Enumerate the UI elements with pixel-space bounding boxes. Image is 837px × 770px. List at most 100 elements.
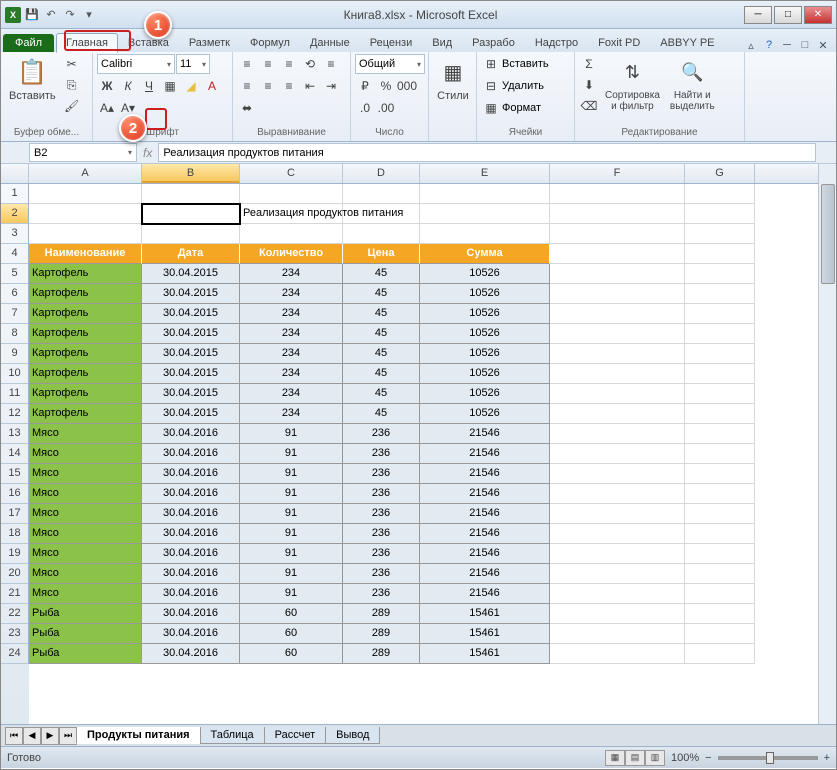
cell[interactable]: 30.04.2016 [142,624,240,644]
cell[interactable]: 30.04.2016 [142,504,240,524]
cell[interactable]: 10526 [420,364,550,384]
cell[interactable] [685,524,755,544]
cell[interactable]: 10526 [420,384,550,404]
cell[interactable]: 236 [343,444,420,464]
zoom-handle[interactable] [766,752,774,764]
cell[interactable] [550,364,685,384]
paste-button[interactable]: 📋 Вставить [5,54,60,104]
help-icon[interactable]: ? [762,38,776,52]
cell[interactable] [550,244,685,264]
cell[interactable]: Картофель [29,404,142,424]
row-header-22[interactable]: 22 [1,604,29,624]
tab-addins[interactable]: Надстро [525,33,588,52]
cell[interactable] [550,204,685,224]
autosum-icon[interactable]: Σ [579,54,599,74]
cell[interactable]: 30.04.2016 [142,644,240,664]
row-header-21[interactable]: 21 [1,584,29,604]
cell[interactable] [343,224,420,244]
row-header-7[interactable]: 7 [1,304,29,324]
cell[interactable]: Цена [343,244,420,264]
cell[interactable] [550,404,685,424]
cell[interactable] [685,264,755,284]
tab-view[interactable]: Вид [422,33,462,52]
cell[interactable] [550,504,685,524]
row-header-18[interactable]: 18 [1,524,29,544]
cell[interactable]: 91 [240,584,343,604]
row-header-16[interactable]: 16 [1,484,29,504]
cell[interactable]: 236 [343,504,420,524]
cell[interactable] [420,224,550,244]
cell[interactable]: 10526 [420,284,550,304]
name-box[interactable]: B2▾ [29,143,137,162]
cell[interactable]: 21546 [420,504,550,524]
cell[interactable] [29,204,142,224]
cell[interactable]: 234 [240,264,343,284]
cell[interactable]: Картофель [29,284,142,304]
cell[interactable]: 234 [240,324,343,344]
cell[interactable] [550,604,685,624]
cell[interactable]: Мясо [29,444,142,464]
cell[interactable]: 10526 [420,264,550,284]
cell[interactable]: 60 [240,604,343,624]
find-select-button[interactable]: 🔍 Найти и выделить [666,54,719,114]
cell[interactable] [550,444,685,464]
cell[interactable]: 30.04.2015 [142,324,240,344]
cell[interactable] [550,464,685,484]
row-header-17[interactable]: 17 [1,504,29,524]
cell[interactable]: 234 [240,284,343,304]
sheet-tab[interactable]: Таблица [200,727,265,744]
cell[interactable]: 30.04.2016 [142,484,240,504]
cell[interactable] [685,564,755,584]
cell[interactable]: 91 [240,544,343,564]
cell[interactable] [685,644,755,664]
cell[interactable] [685,184,755,204]
cell[interactable]: Картофель [29,304,142,324]
cell[interactable]: 30.04.2015 [142,404,240,424]
row-header-15[interactable]: 15 [1,464,29,484]
sheet-nav-first[interactable]: ⏮ [5,727,23,745]
align-middle-icon[interactable]: ≡ [258,54,278,74]
vertical-scrollbar[interactable] [818,164,836,724]
maximize-button[interactable]: □ [774,6,802,24]
zoom-level[interactable]: 100% [671,752,699,764]
cell[interactable]: 30.04.2015 [142,344,240,364]
cell[interactable] [685,224,755,244]
formula-bar[interactable]: Реализация продуктов питания [158,143,816,162]
sheet-tab[interactable]: Рассчет [264,727,327,744]
cell[interactable] [240,184,343,204]
minimize-ribbon-icon[interactable]: ▵ [744,38,758,52]
col-header-G[interactable]: G [685,164,755,183]
col-header-F[interactable]: F [550,164,685,183]
cell[interactable] [685,304,755,324]
cell[interactable]: 60 [240,624,343,644]
cell[interactable]: 21546 [420,424,550,444]
cell[interactable] [550,344,685,364]
row-header-24[interactable]: 24 [1,644,29,664]
cell[interactable]: Реализация продуктов питания [240,204,343,224]
font-selector[interactable]: Calibri▾ [97,54,175,74]
close-button[interactable]: ✕ [804,6,832,24]
tab-formulas[interactable]: Формул [240,33,300,52]
cell[interactable] [343,204,420,224]
cell[interactable]: 60 [240,644,343,664]
tab-layout[interactable]: Разметк [179,33,240,52]
cell[interactable]: 45 [343,264,420,284]
cell[interactable]: 236 [343,524,420,544]
row-header-12[interactable]: 12 [1,404,29,424]
cell[interactable]: 236 [343,544,420,564]
cell[interactable]: 236 [343,424,420,444]
col-header-E[interactable]: E [420,164,550,183]
cell[interactable]: 30.04.2015 [142,304,240,324]
font-size-selector[interactable]: 11▾ [176,54,210,74]
scroll-thumb[interactable] [821,184,835,284]
zoom-out-button[interactable]: − [705,752,711,764]
clear-icon[interactable]: ⌫ [579,96,599,116]
align-center-icon[interactable]: ≡ [258,76,278,96]
cell[interactable]: 234 [240,364,343,384]
cell[interactable]: 21546 [420,464,550,484]
cell[interactable]: 234 [240,344,343,364]
sheet-nav-last[interactable]: ⏭ [59,727,77,745]
row-header-20[interactable]: 20 [1,564,29,584]
cell[interactable] [685,604,755,624]
cell[interactable] [685,204,755,224]
